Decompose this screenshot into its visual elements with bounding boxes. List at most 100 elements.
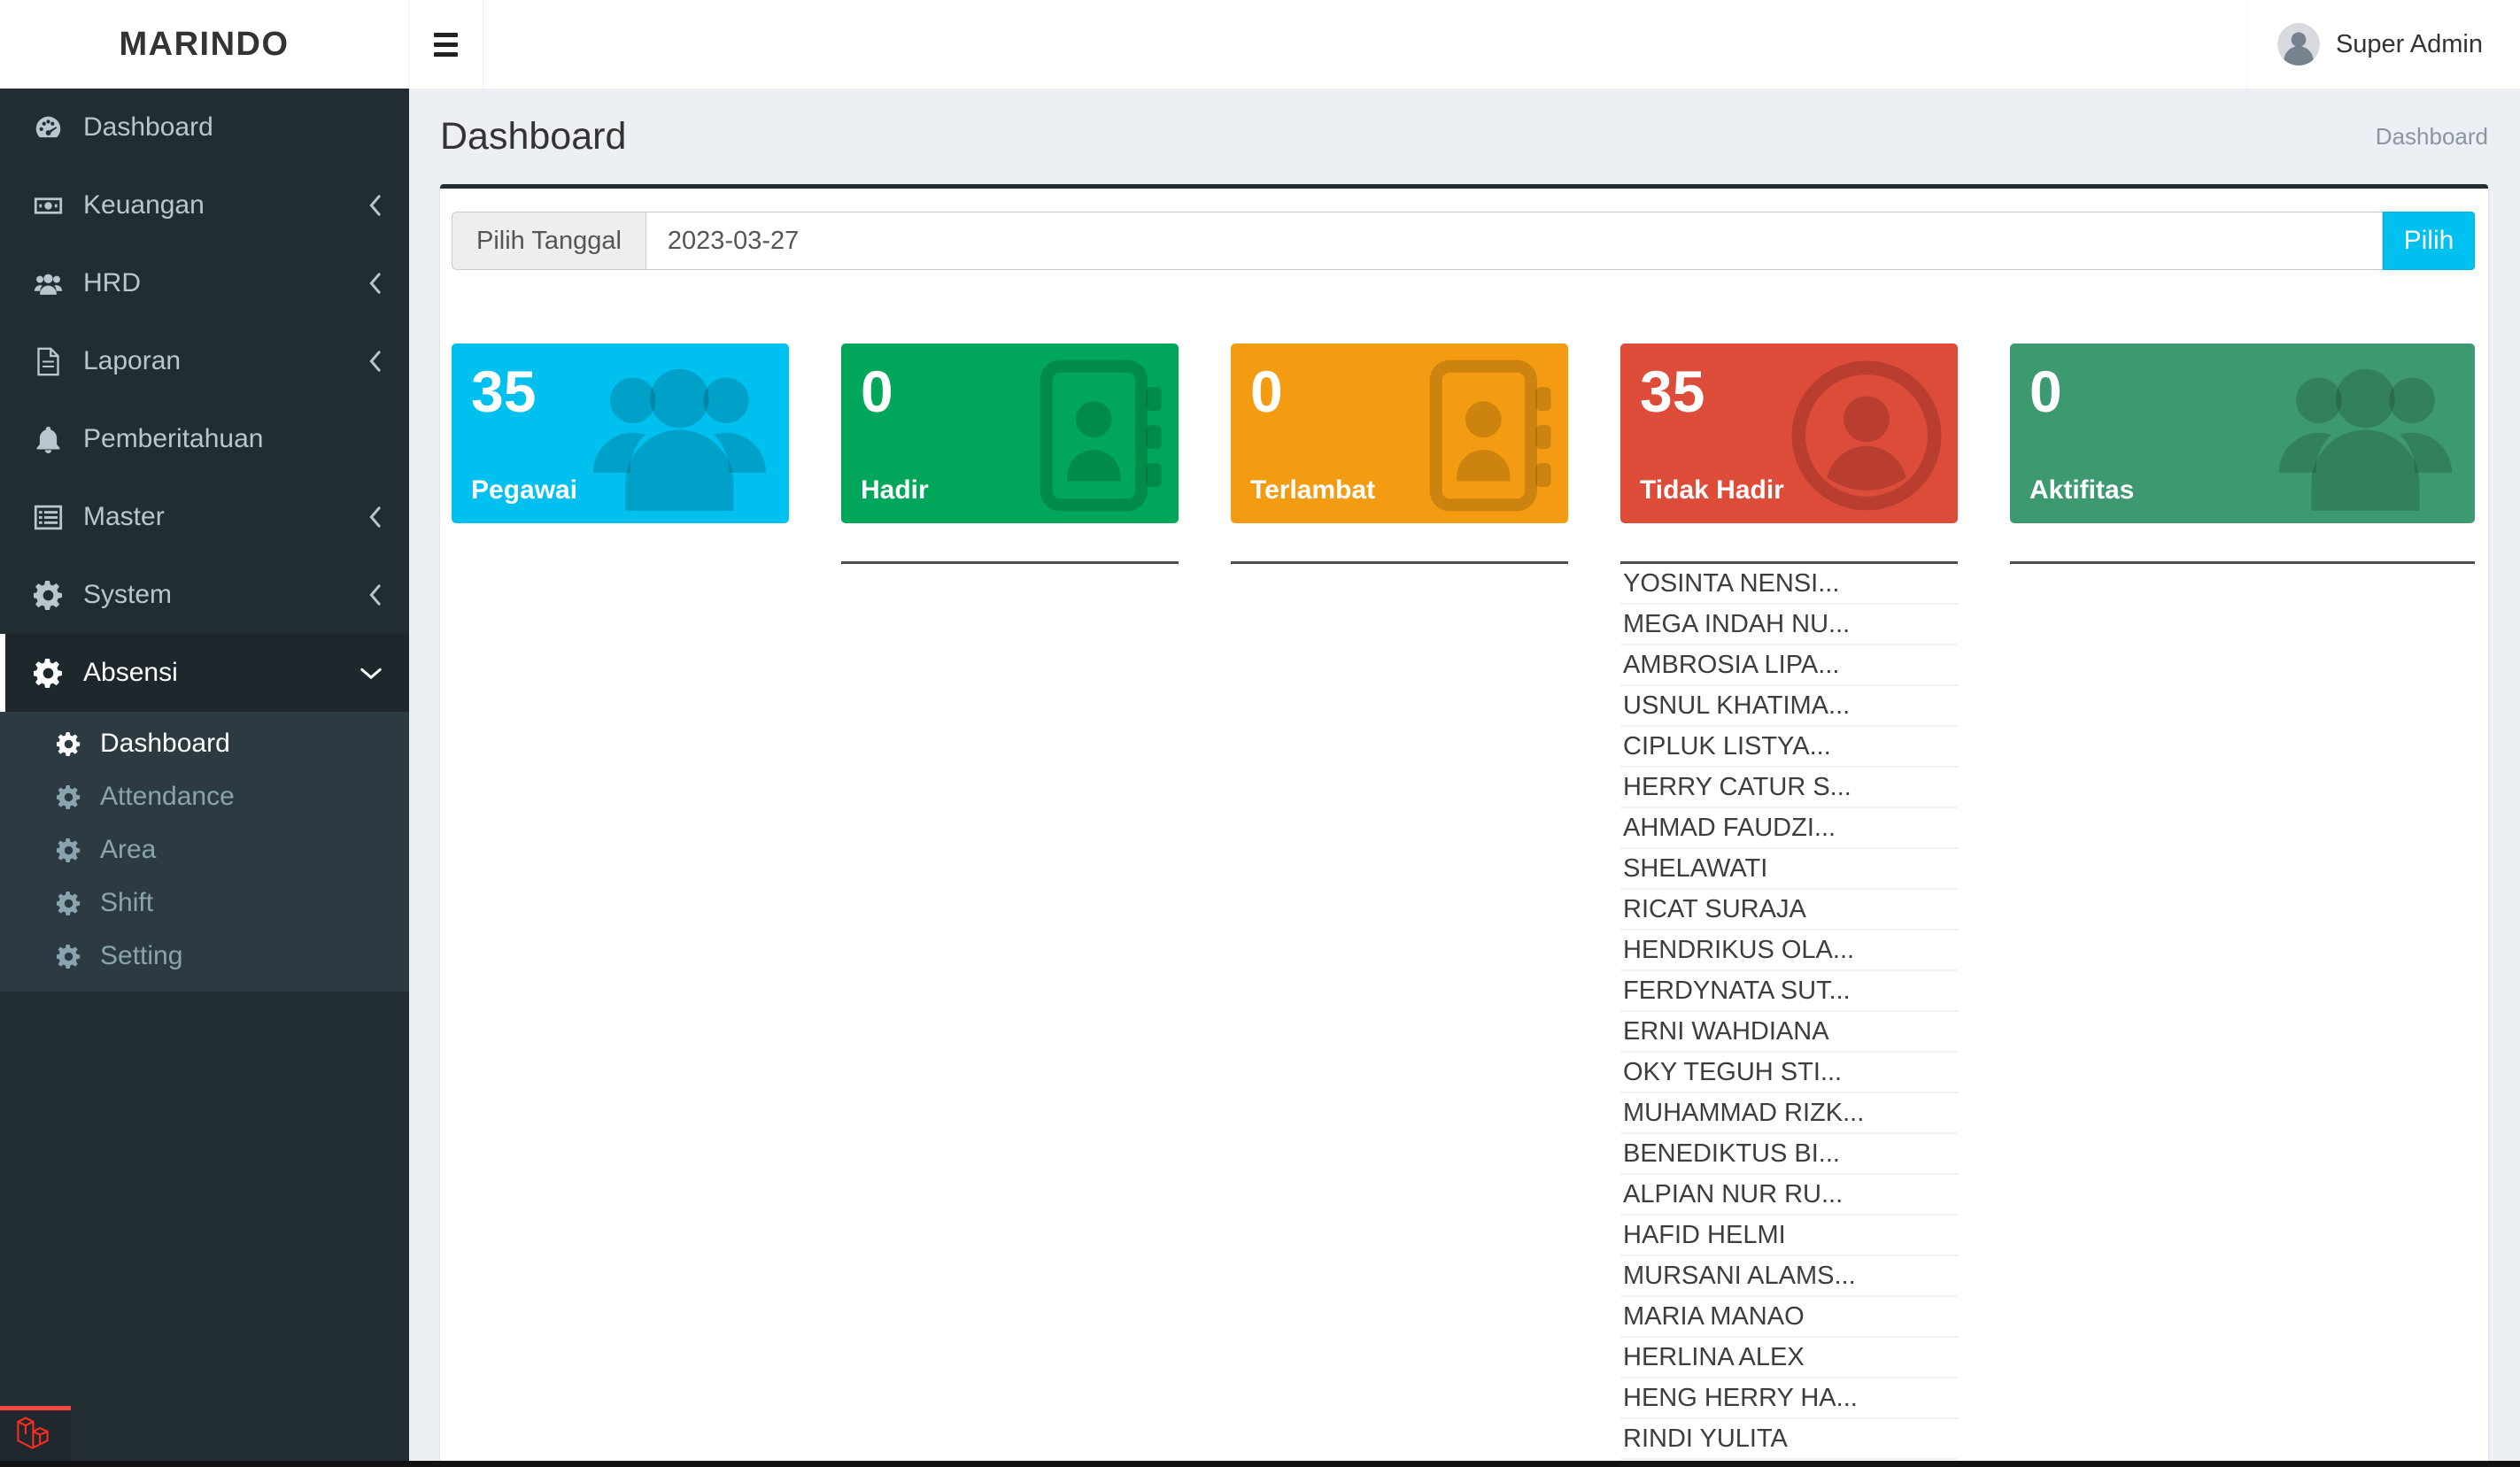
- sidebar-subitem-attendance[interactable]: Attendance: [0, 770, 409, 823]
- file-icon: [34, 347, 83, 376]
- chevron-down-icon: [359, 666, 383, 681]
- stat-box-aktifitas: 0 Aktifitas: [2010, 344, 2475, 523]
- absent-employee-name: HERLINA ALEX: [1620, 1338, 1958, 1378]
- page-title: Dashboard: [440, 115, 626, 158]
- chevron-left-icon: [367, 272, 383, 295]
- chevron-left-icon: [367, 583, 383, 606]
- absent-employee-name: YOSINTA NENSI...: [1620, 564, 1958, 605]
- pegawai-list-placeholder: [452, 523, 789, 1460]
- gear-icon: [34, 659, 83, 688]
- sidebar-subitem-label: Setting: [100, 941, 182, 971]
- user-name: Super Admin: [2336, 30, 2483, 59]
- absent-employee-name: AMBROSIA LIPA...: [1620, 645, 1958, 686]
- stats-row: 35 Pegawai 0 Hadir 0 Terlambat 3: [452, 344, 2475, 523]
- sidebar: Dashboard Keuangan HRD Laporan: [0, 89, 409, 1467]
- dashboard-icon: [34, 113, 83, 143]
- date-filter-group: Pilih Tanggal Pilih: [452, 212, 2475, 270]
- sidebar-item-master[interactable]: Master: [0, 478, 409, 556]
- sidebar-item-dashboard[interactable]: Dashboard: [0, 89, 409, 166]
- sidebar-item-laporan[interactable]: Laporan: [0, 322, 409, 400]
- sidebar-subitem-label: Shift: [100, 888, 153, 918]
- gear-icon: [57, 785, 81, 809]
- absent-employee-name: RINDI YULITA: [1620, 1419, 1958, 1460]
- users-icon: [34, 269, 83, 298]
- absent-employee-name: ERNI WAHDIANA: [1620, 1012, 1958, 1053]
- stat-box-hadir: 0 Hadir: [841, 344, 1179, 523]
- gear-icon: [57, 892, 81, 915]
- top-navbar: MARINDO Super Admin: [0, 0, 2520, 89]
- sidebar-subitem-area[interactable]: Area: [0, 823, 409, 876]
- stat-label: Aktifitas: [2029, 475, 2134, 506]
- gear-icon: [57, 732, 81, 756]
- aktifitas-list-empty: [2010, 523, 2475, 1460]
- sidebar-item-keuangan[interactable]: Keuangan: [0, 166, 409, 244]
- stat-box-pegawai: 35 Pegawai: [452, 344, 789, 523]
- date-filter-label: Pilih Tanggal: [452, 212, 645, 270]
- absent-employee-name: MARIA MANAO: [1620, 1297, 1958, 1338]
- users-big-icon: [584, 359, 775, 513]
- address-book-icon: [1428, 359, 1554, 513]
- sidebar-toggle-button[interactable]: [409, 0, 483, 89]
- absent-employee-name: HAFID HELMI: [1620, 1216, 1958, 1256]
- stat-label: Terlambat: [1250, 475, 1375, 506]
- user-circle-icon: [1790, 359, 1944, 513]
- sidebar-item-label: Dashboard: [83, 112, 383, 143]
- absent-employee-name: AHMAD FAUDZI...: [1620, 808, 1958, 849]
- sidebar-item-system[interactable]: System: [0, 556, 409, 634]
- main-content: Dashboard Dashboard Pilih Tanggal Pilih …: [409, 89, 2520, 1467]
- sidebar-item-hrd[interactable]: HRD: [0, 244, 409, 322]
- users-big-icon: [2270, 359, 2461, 513]
- stat-box-terlambat: 0 Terlambat: [1231, 344, 1568, 523]
- sidebar-item-label: Pemberitahuan: [83, 424, 383, 454]
- absent-employee-name: MURSANI ALAMS...: [1620, 1256, 1958, 1297]
- bell-icon: [34, 425, 83, 454]
- sidebar-subitem-label: Attendance: [100, 782, 235, 812]
- dashboard-card: Pilih Tanggal Pilih 35 Pegawai 0 Hadir: [440, 184, 2488, 1467]
- brand-logo[interactable]: MARINDO: [0, 0, 409, 89]
- list-icon: [34, 503, 83, 532]
- date-submit-button[interactable]: Pilih: [2383, 212, 2475, 270]
- sidebar-item-absensi[interactable]: Absensi: [0, 634, 409, 712]
- lists-row: YOSINTA NENSI... MEGA INDAH NU... AMBROS…: [452, 523, 2475, 1460]
- absent-employee-name: FERDYNATA SUT...: [1620, 971, 1958, 1012]
- sidebar-menu: Dashboard Keuangan HRD Laporan: [0, 89, 409, 712]
- absent-employee-name: MEGA INDAH NU...: [1620, 605, 1958, 645]
- absent-employee-name: USNUL KHATIMA...: [1620, 686, 1958, 727]
- content-header: Dashboard Dashboard: [440, 113, 2488, 159]
- sidebar-subitem-setting[interactable]: Setting: [0, 930, 409, 983]
- absent-employee-name: SHELAWATI: [1620, 849, 1958, 890]
- address-book-icon: [1039, 359, 1164, 513]
- user-avatar: [2277, 23, 2320, 66]
- laravel-icon: [15, 1416, 56, 1456]
- hadir-list-empty: [841, 523, 1179, 1460]
- absent-employee-name: BENEDIKTUS BI...: [1620, 1134, 1958, 1175]
- chevron-left-icon: [367, 350, 383, 373]
- stat-label: Pegawai: [471, 475, 577, 506]
- breadcrumb[interactable]: Dashboard: [2376, 123, 2488, 151]
- debugbar-bottom-strip[interactable]: [0, 1461, 2520, 1467]
- absent-employee-name: CIPLUK LISTYA...: [1620, 727, 1958, 768]
- terlambat-list-empty: [1231, 523, 1568, 1460]
- chevron-left-icon: [367, 506, 383, 529]
- sidebar-item-label: System: [83, 580, 367, 610]
- absent-employee-name: OKY TEGUH STI...: [1620, 1053, 1958, 1093]
- sidebar-item-label: Keuangan: [83, 190, 367, 220]
- absent-employee-name: ALPIAN NUR RU...: [1620, 1175, 1958, 1216]
- sidebar-item-label: Master: [83, 502, 367, 532]
- absent-employee-name: HENG HERRY HA...: [1620, 1378, 1958, 1419]
- sidebar-item-label: Laporan: [83, 346, 367, 376]
- sidebar-item-label: HRD: [83, 268, 367, 298]
- sidebar-subitem-dashboard[interactable]: Dashboard: [0, 717, 409, 770]
- user-menu[interactable]: Super Admin: [2246, 0, 2520, 89]
- gear-icon: [57, 838, 81, 862]
- stat-label: Tidak Hadir: [1640, 475, 1784, 506]
- sidebar-item-pemberitahuan[interactable]: Pemberitahuan: [0, 400, 409, 478]
- sidebar-subitem-label: Area: [100, 835, 156, 865]
- date-input[interactable]: [645, 212, 2383, 270]
- sidebar-subitem-shift[interactable]: Shift: [0, 876, 409, 930]
- sidebar-subitem-label: Dashboard: [100, 729, 230, 759]
- laravel-debugbar-button[interactable]: [0, 1406, 71, 1461]
- absent-employee-name: HERRY CATUR S...: [1620, 768, 1958, 808]
- sidebar-item-label: Absensi: [83, 658, 359, 688]
- tidak-hadir-list: YOSINTA NENSI... MEGA INDAH NU... AMBROS…: [1620, 561, 1958, 1460]
